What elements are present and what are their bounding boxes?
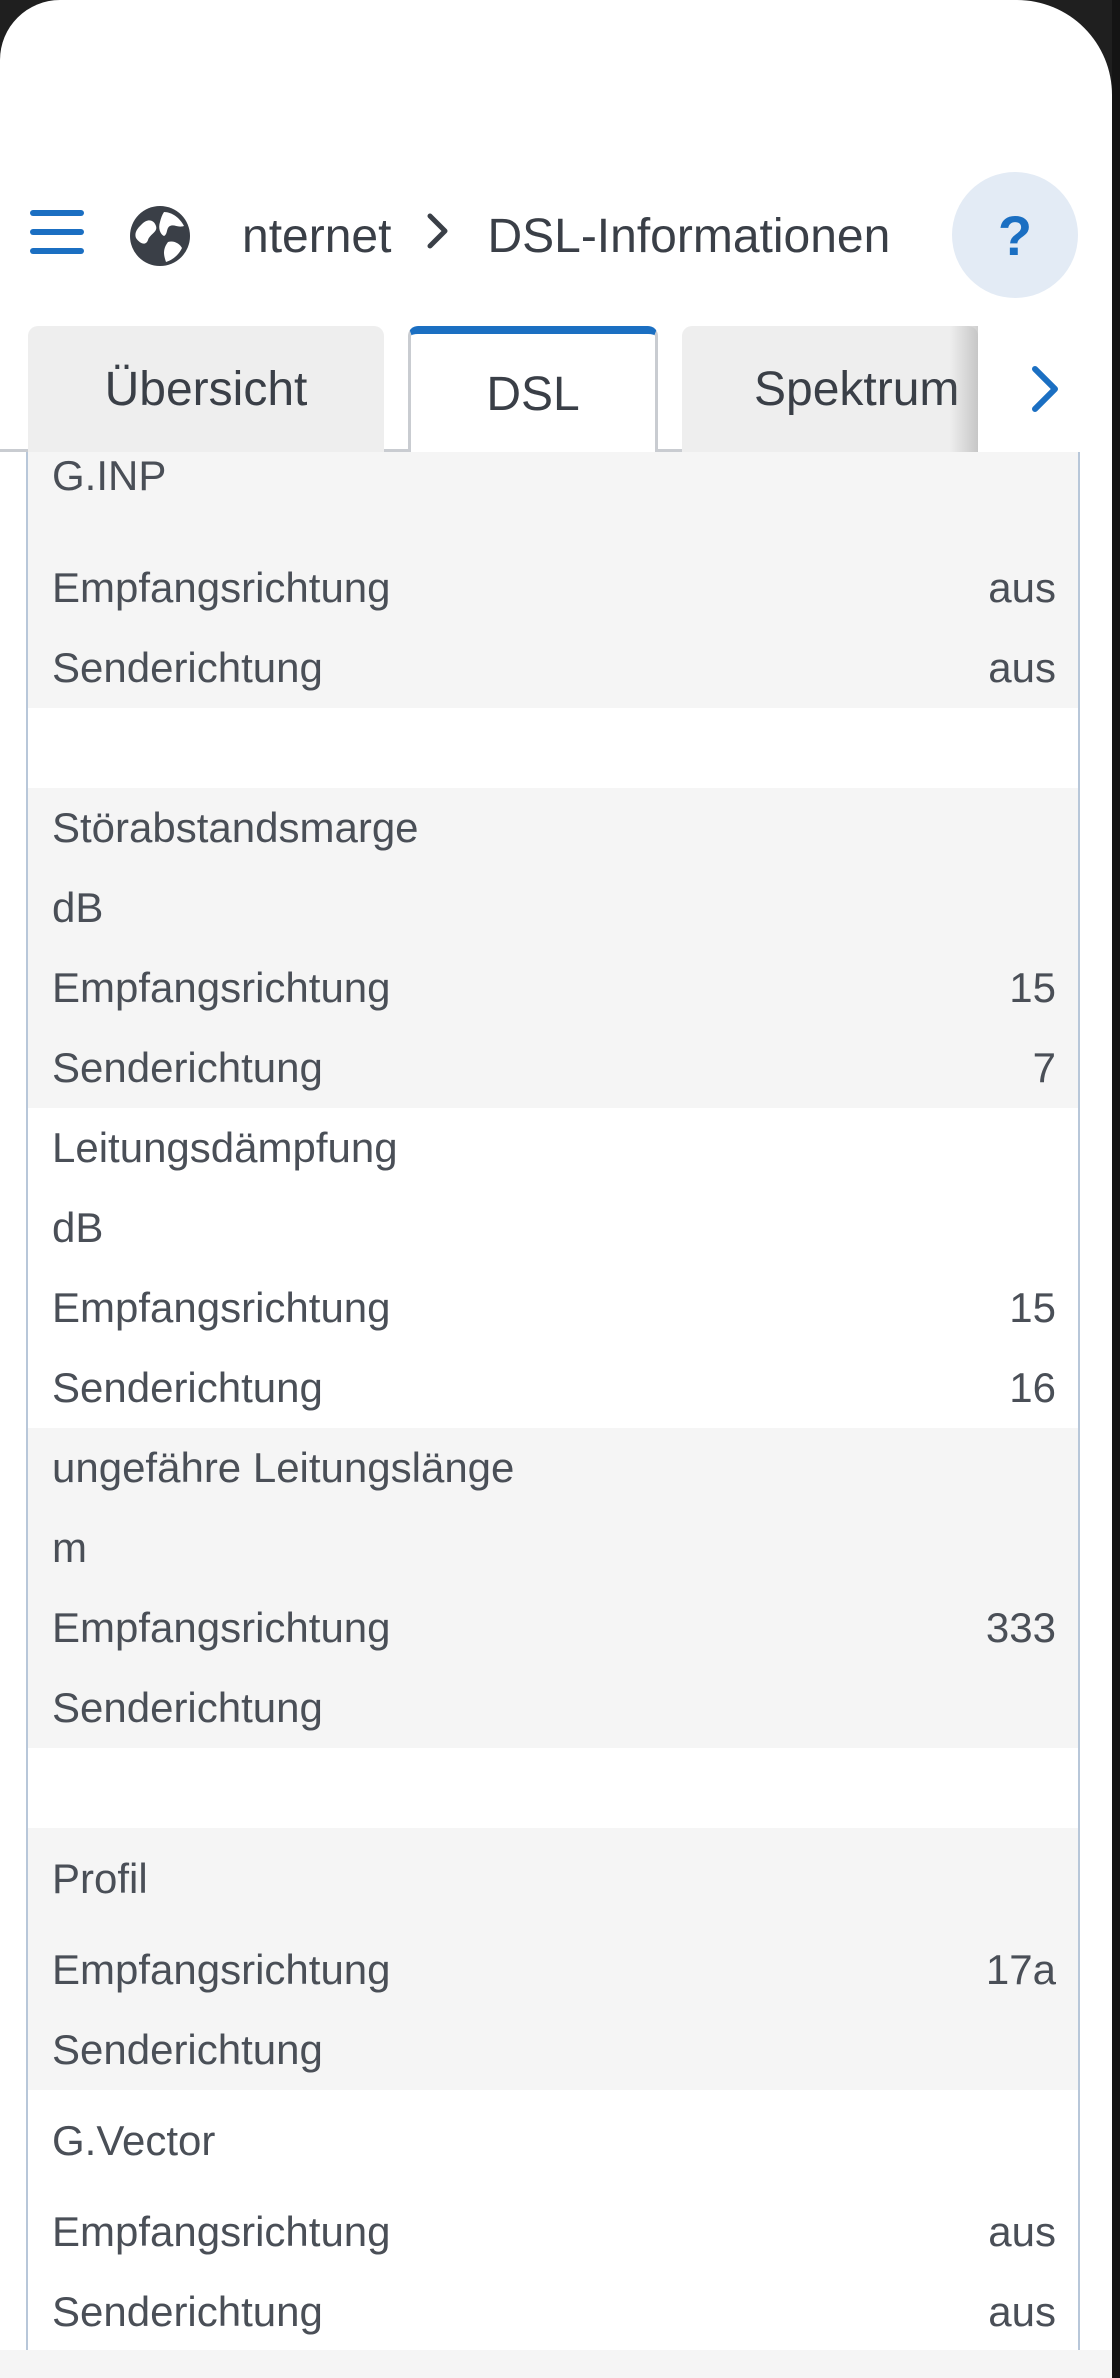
table-row: Senderichtung aus [28, 628, 1078, 708]
page-title: DSL-Informationen [487, 209, 891, 263]
help-button[interactable]: ? [952, 172, 1078, 298]
tab-scroll-right-button[interactable] [978, 326, 1112, 452]
section-title-snr: Störabstandsmarge [28, 788, 1078, 868]
device-bezel [1112, 0, 1120, 2378]
tab-uebersicht[interactable]: Übersicht [28, 326, 384, 452]
table-row: Senderichtung 7 [28, 1028, 1078, 1108]
unit-label: dB [28, 1188, 1078, 1268]
unit-label: m [28, 1508, 1078, 1588]
spacer-row [28, 708, 1078, 788]
globe-icon [130, 206, 190, 266]
section-title-line-length: ungefähre Leitungslänge [28, 1428, 1078, 1508]
hamburger-menu-icon[interactable] [30, 210, 84, 254]
table-row: Empfangsrichtung 17a [28, 1930, 1078, 2010]
table-row: Senderichtung aus [28, 2272, 1078, 2352]
table-row: Empfangsrichtung aus [28, 2192, 1078, 2272]
tab-dsl[interactable]: DSL [408, 326, 658, 455]
tab-bar: Übersicht DSL Spektrum [0, 326, 1112, 455]
table-row: Empfangsrichtung 333 [28, 1588, 1078, 1668]
next-section-edge [0, 2350, 1112, 2378]
dsl-info-table: G.INP Empfangsrichtung aus Senderichtung… [26, 452, 1080, 2378]
table-row: Senderichtung [28, 2010, 1078, 2090]
section-title-attenuation: Leitungsdämpfung [28, 1108, 1078, 1188]
unit-label: dB [28, 868, 1078, 948]
table-row: Senderichtung 16 [28, 1348, 1078, 1428]
table-row: Empfangsrichtung aus [28, 548, 1078, 628]
section-title-profile: Profil [28, 1828, 1078, 1930]
table-row: Empfangsrichtung 15 [28, 948, 1078, 1028]
section-title-ginp: G.INP [28, 452, 1078, 548]
chevron-right-icon [1032, 366, 1058, 412]
table-row: Empfangsrichtung 15 [28, 1268, 1078, 1348]
tab-spektrum[interactable]: Spektrum [682, 326, 978, 452]
section-title-gvector: G.Vector [28, 2090, 1078, 2192]
table-row: Senderichtung [28, 1668, 1078, 1748]
phone-screen: nternet DSL-Informationen ? Übersicht DS… [0, 0, 1112, 2378]
chevron-right-icon [425, 211, 451, 262]
spacer-row [28, 1748, 1078, 1828]
breadcrumb-parent-link[interactable]: nternet [242, 209, 391, 264]
tab-scroll-shadow [950, 326, 978, 452]
breadcrumb: nternet DSL-Informationen [242, 200, 890, 272]
